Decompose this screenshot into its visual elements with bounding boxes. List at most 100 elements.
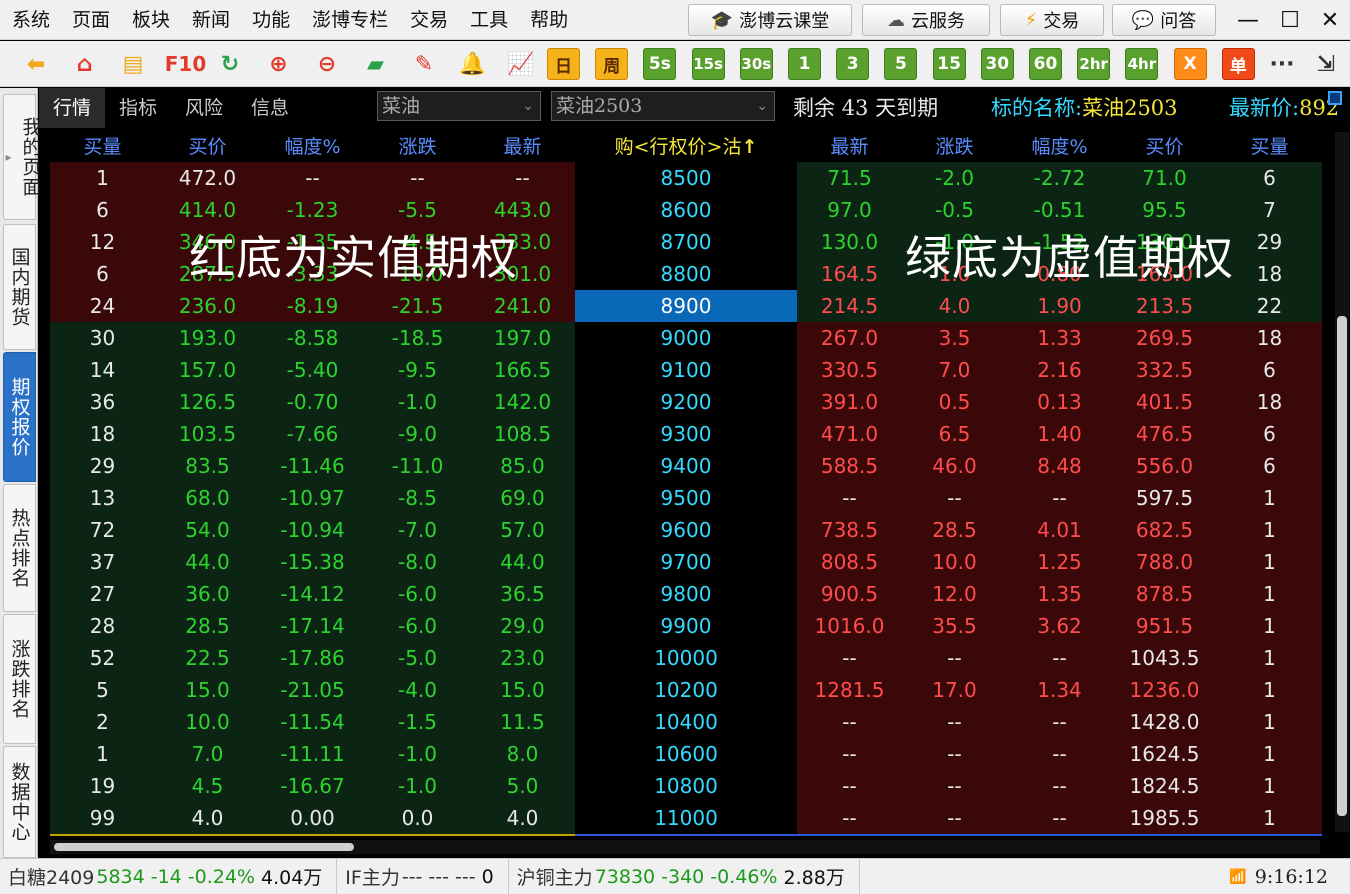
menu-item[interactable]: 新闻	[181, 0, 241, 40]
call-cell[interactable]: 30	[50, 322, 155, 354]
call-cell[interactable]: 72	[50, 514, 155, 546]
call-cell[interactable]: 52	[50, 642, 155, 674]
put-cell[interactable]: 900.5	[797, 578, 902, 610]
call-cell[interactable]: -8.5	[365, 482, 470, 514]
subtab[interactable]: 信息	[237, 88, 303, 128]
strike-cell[interactable]: 9600	[575, 514, 797, 546]
call-cell[interactable]: 7.0	[155, 738, 260, 770]
strike-cell[interactable]: 10000	[575, 642, 797, 674]
strike-cell[interactable]: 9400	[575, 450, 797, 482]
menu-item[interactable]: 功能	[241, 0, 301, 40]
put-cell[interactable]: 3.62	[1007, 610, 1112, 642]
put-cell[interactable]: 1	[1217, 738, 1322, 770]
menu-item[interactable]: 交易	[399, 0, 459, 40]
sidebar-tab[interactable]: 热点排名	[3, 484, 36, 612]
call-cell[interactable]: -11.54	[260, 706, 365, 738]
period-button[interactable]: 单	[1221, 48, 1255, 80]
window-icon[interactable]: ▰	[360, 47, 392, 81]
put-cell[interactable]: 682.5	[1112, 514, 1217, 546]
call-cell[interactable]: -6.0	[365, 610, 470, 642]
call-cell[interactable]: 36	[50, 386, 155, 418]
put-cell[interactable]: 10.0	[902, 546, 1007, 578]
period-button[interactable]: 30	[980, 48, 1014, 80]
menu-item[interactable]: 页面	[61, 0, 121, 40]
call-cell[interactable]: -17.14	[260, 610, 365, 642]
call-cell[interactable]: -17.86	[260, 642, 365, 674]
strike-cell[interactable]: 9300	[575, 418, 797, 450]
call-cell[interactable]: -1.0	[365, 738, 470, 770]
put-cell[interactable]: 401.5	[1112, 386, 1217, 418]
menu-item[interactable]: 帮助	[519, 0, 579, 40]
call-cell[interactable]: -21.05	[260, 674, 365, 706]
put-cell[interactable]: 164.5	[797, 258, 902, 290]
subtab[interactable]: 行情	[39, 88, 106, 128]
call-cell[interactable]: 193.0	[155, 322, 260, 354]
call-cell[interactable]: 126.5	[155, 386, 260, 418]
put-cell[interactable]: 17.0	[902, 674, 1007, 706]
close-icon[interactable]: ✕	[1312, 4, 1348, 36]
period-button[interactable]: 60	[1029, 48, 1062, 80]
call-cell[interactable]: -1.0	[365, 386, 470, 418]
put-cell[interactable]: --	[902, 770, 1007, 802]
chart-icon[interactable]: 📈	[505, 47, 537, 81]
call-cell[interactable]: 6	[50, 194, 155, 226]
column-header[interactable]: 最新	[470, 132, 575, 162]
scroll-thumb[interactable]	[54, 843, 354, 851]
call-cell[interactable]: -5.40	[260, 354, 365, 386]
put-cell[interactable]: 269.5	[1112, 322, 1217, 354]
put-cell[interactable]: 951.5	[1112, 610, 1217, 642]
put-cell[interactable]: 556.0	[1112, 450, 1217, 482]
strike-cell[interactable]: 11000	[575, 802, 797, 834]
call-cell[interactable]: -10.97	[260, 482, 365, 514]
f10-icon[interactable]: F10	[165, 47, 207, 81]
call-cell[interactable]: 68.0	[155, 482, 260, 514]
put-cell[interactable]: 597.5	[1112, 482, 1217, 514]
strike-cell[interactable]: 9000	[575, 322, 797, 354]
call-cell[interactable]: 157.0	[155, 354, 260, 386]
put-cell[interactable]: 4.0	[902, 290, 1007, 322]
menu-item[interactable]: 澎博专栏	[301, 0, 399, 40]
call-cell[interactable]: -7.0	[365, 514, 470, 546]
put-cell[interactable]: --	[902, 802, 1007, 834]
put-cell[interactable]: 8.48	[1007, 450, 1112, 482]
call-cell[interactable]: 24	[50, 290, 155, 322]
put-cell[interactable]: 1.40	[1007, 418, 1112, 450]
period-button[interactable]: 1	[788, 48, 821, 80]
put-cell[interactable]: --	[1007, 770, 1112, 802]
period-button[interactable]: 15	[932, 48, 966, 80]
sidebar-tab[interactable]: 数据中心	[3, 746, 36, 858]
put-cell[interactable]: 471.0	[797, 418, 902, 450]
put-cell[interactable]: 1	[1217, 642, 1322, 674]
call-cell[interactable]: 36.0	[155, 578, 260, 610]
put-cell[interactable]: 1043.5	[1112, 642, 1217, 674]
call-cell[interactable]: 4.0	[470, 802, 575, 834]
put-cell[interactable]: 6	[1217, 418, 1322, 450]
put-cell[interactable]: 18	[1217, 322, 1322, 354]
more-icon[interactable]: ···	[1266, 47, 1298, 81]
call-cell[interactable]: 28	[50, 610, 155, 642]
menu-item[interactable]: 工具	[459, 0, 519, 40]
call-cell[interactable]: 236.0	[155, 290, 260, 322]
exit-icon[interactable]: ⇲	[1310, 47, 1342, 81]
period-button[interactable]: 5s	[643, 48, 677, 80]
period-button[interactable]: 周	[595, 48, 629, 80]
put-cell[interactable]: --	[1007, 738, 1112, 770]
call-cell[interactable]: 103.5	[155, 418, 260, 450]
ticker-item[interactable]: 沪铜主力 73830 -340 -0.46% 2.88万	[509, 858, 860, 894]
put-cell[interactable]: 588.5	[797, 450, 902, 482]
horizontal-scrollbar[interactable]	[50, 840, 1320, 854]
call-cell[interactable]: 23.0	[470, 642, 575, 674]
call-cell[interactable]: 13	[50, 482, 155, 514]
put-cell[interactable]: --	[797, 802, 902, 834]
call-cell[interactable]: 28.5	[155, 610, 260, 642]
call-cell[interactable]: -10.94	[260, 514, 365, 546]
sidebar-tab[interactable]: 我的页面 ▸	[2, 94, 42, 220]
call-cell[interactable]: -21.5	[365, 290, 470, 322]
call-cell[interactable]: -9.0	[365, 418, 470, 450]
top-button[interactable]: ⚡ 交易	[1000, 4, 1104, 36]
put-cell[interactable]: 71.0	[1112, 162, 1217, 194]
call-cell[interactable]: 4.5	[155, 770, 260, 802]
strike-cell[interactable]: 8900	[575, 290, 797, 322]
put-cell[interactable]: 130.0	[797, 226, 902, 258]
strike-cell[interactable]: 10800	[575, 770, 797, 802]
